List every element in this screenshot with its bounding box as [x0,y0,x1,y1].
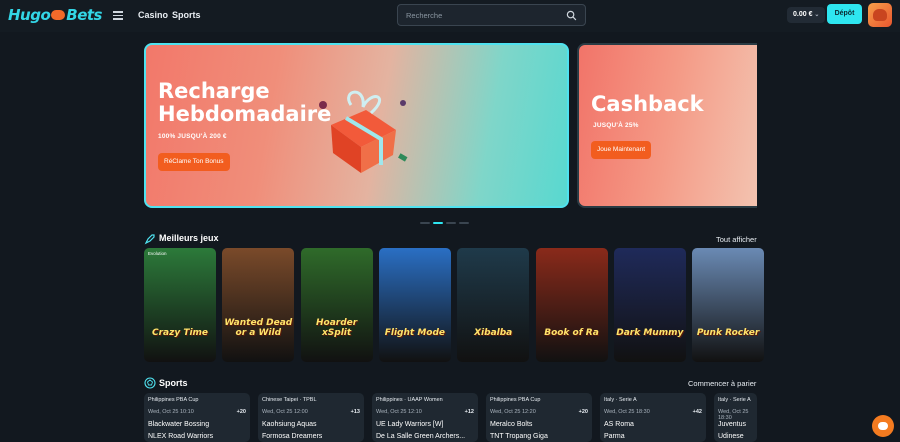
logo-ball-icon [51,10,66,20]
event-date: Wed, Oct 25 18:30 [718,409,749,421]
game-title: Xibalba [474,328,513,338]
logo-text-right: Bets [66,6,102,24]
play-now-button[interactable]: Joue Maintenant [591,141,652,159]
game-tile[interactable]: Punk Rocker [692,248,765,362]
event-team: Kaohsiung Aquas [262,421,317,428]
event-team: Formosa Dreamers [262,433,323,440]
event-team: Blackwater Bossing [148,421,210,428]
chat-support-button[interactable] [872,415,894,437]
banner-title-line2: Hebdomadaire [158,102,332,127]
event-league: Philippines PBA Cup [490,397,541,403]
balance-value: 0.00 € [793,11,813,18]
search-bar[interactable]: Recherche [397,4,586,26]
sport-event-card[interactable]: Chinese Taipei · TPBL Wed, Oct 25 12:00 +1… [258,393,364,442]
event-league: Philippines PBA Cup [148,397,199,403]
sport-event-card[interactable]: Italy · Serie A Wed, Oct 25 18:30 +42 AS Ro… [600,393,706,442]
event-date: Wed, Oct 25 10:10 [148,409,194,415]
banner-title: Cashback [591,92,704,116]
sport-event-card[interactable]: Philippines PBA Cup Wed, Oct 25 10:10 +20 B… [144,393,250,442]
game-tile[interactable]: Flight Mode [378,248,451,362]
event-market-count: +20 [236,409,246,415]
carousel-dots[interactable] [420,211,480,224]
game-tile[interactable]: Wanted Dead or a Wild [222,248,295,362]
sport-event-card[interactable]: Philippines · UAAP Women Wed, Oct 25 12:1… [372,393,478,442]
event-team: Juventus [718,421,747,428]
top-header: Hugo Bets Casino Sports Recherche 0.00 € … [0,0,900,32]
banner-subtitle: 100% JUSQU'À 200 € [158,133,227,140]
event-team: Meralco Bolts [490,421,533,428]
game-title: Punk Rocker [696,328,760,338]
event-market-count: +20 [578,409,588,415]
event-team: AS Roma [604,421,634,428]
game-title: Wanted Dead or a Wild [224,318,293,338]
game-tile[interactable]: Xibalba [457,248,530,362]
event-date: Wed, Oct 25 12:20 [490,409,536,415]
avatar[interactable] [868,3,892,27]
rocket-icon [144,234,155,245]
menu-icon[interactable] [113,11,123,20]
view-all-games-link[interactable]: Tout afficher [716,235,757,244]
nav-casino[interactable]: Casino [138,10,168,20]
claim-bonus-button[interactable]: RéClame Ton Bonus [158,153,230,171]
event-market-count: +13 [350,409,360,415]
game-tile[interactable]: Book of Ra [535,248,608,362]
top-games-title: Meilleurs jeux [159,233,219,243]
sport-event-card[interactable]: Philippines PBA Cup Wed, Oct 25 12:20 +20 M… [486,393,592,442]
sports-title: Sports [159,378,188,388]
sport-event-card[interactable]: Italy · Serie A Wed, Oct 25 18:30 Juventus… [714,393,757,442]
game-title: Flight Mode [384,328,446,338]
site-logo[interactable]: Hugo Bets [8,6,102,24]
game-tile[interactable]: Crazy Time Evolution [144,248,216,362]
game-title: Crazy Time [151,328,209,338]
search-input[interactable]: Recherche [406,11,442,20]
game-title: Dark Mummy [616,328,684,338]
promo-banner-cashback[interactable]: Cashback JUSQU'À 25% Joue Maintenant [577,43,757,208]
search-icon[interactable] [566,10,577,21]
nav-sports[interactable]: Sports [172,10,201,20]
game-tile[interactable]: Hoarder xSplit [300,248,373,362]
soccer-ball-icon [144,377,156,389]
event-league: Italy · Serie A [604,397,637,403]
event-team: De La Salle Green Archers... [376,433,466,440]
event-league: Italy · Serie A [718,397,751,403]
event-league: Philippines · UAAP Women [376,397,443,403]
event-market-count: +12 [464,409,474,415]
event-date: Wed, Oct 25 12:00 [262,409,308,415]
game-tile[interactable]: Dark Mummy [613,248,686,362]
event-market-count: +42 [692,409,702,415]
start-betting-link[interactable]: Commencer à parier [688,379,756,388]
event-league: Chinese Taipei · TPBL [262,397,317,403]
event-team: UE Lady Warriors [W] [376,421,444,428]
game-provider: Evolution [148,251,167,256]
game-title: Hoarder xSplit [315,318,358,338]
event-team: TNT Tropang Giga [490,433,548,440]
event-team: Udinese [718,433,744,440]
game-title: Book of Ra [544,328,599,338]
event-team: NLEX Road Warriors [148,433,214,440]
event-team: Parma [604,433,625,440]
deposit-button[interactable]: Dépôt [827,4,862,24]
chevron-down-icon: ⌄ [814,12,820,18]
event-date: Wed, Oct 25 12:10 [376,409,422,415]
promo-banner-weekly-reload[interactable]: Recharge Hebdomadaire 100% JUSQU'À 200 €… [144,43,569,208]
banner-title-line1: Recharge [158,79,270,103]
event-date: Wed, Oct 25 18:30 [604,409,650,415]
logo-text-left: Hugo [8,6,51,24]
banner-subtitle: JUSQU'À 25% [593,122,639,129]
balance-dropdown[interactable]: 0.00 € ⌄ [787,7,826,23]
